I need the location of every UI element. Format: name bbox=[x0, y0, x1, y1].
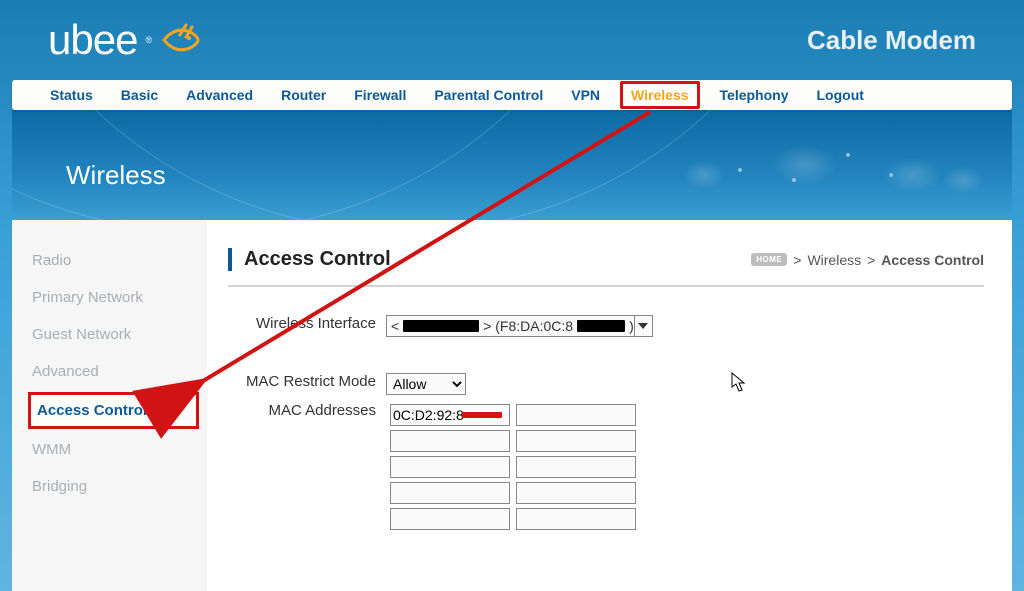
mac-address-input-r0c1[interactable] bbox=[516, 404, 636, 426]
mac-restrict-form: MAC Restrict Mode Allow MAC Addresses bbox=[228, 369, 646, 537]
registered-icon: ® bbox=[145, 35, 152, 45]
nav-basic[interactable]: Basic bbox=[107, 80, 172, 110]
breadcrumb: HOME > Wireless > Access Control bbox=[751, 252, 984, 268]
nav-parental-control[interactable]: Parental Control bbox=[420, 80, 557, 110]
brand-name: ubee bbox=[48, 16, 137, 64]
iface-prefix: < bbox=[391, 318, 399, 334]
sidebar: Radio Primary Network Guest Network Adva… bbox=[12, 220, 208, 591]
sidebar-item-radio[interactable]: Radio bbox=[12, 242, 207, 279]
device-name: Cable Modem bbox=[807, 25, 976, 56]
wireless-interface-label: Wireless Interface bbox=[230, 313, 380, 339]
mac-restrict-label: MAC Restrict Mode bbox=[230, 371, 380, 397]
nav-router[interactable]: Router bbox=[267, 80, 340, 110]
world-map-decoration bbox=[632, 120, 992, 220]
mac-restrict-select[interactable]: Allow bbox=[386, 373, 466, 395]
page-title: Access Control bbox=[228, 248, 391, 271]
wireless-interface-select[interactable]: < > (F8:DA:0C:8 ) bbox=[386, 315, 653, 337]
redacted-ssid bbox=[403, 320, 479, 332]
breadcrumb-sep: > bbox=[867, 252, 875, 268]
mac-address-input-r1c0[interactable] bbox=[390, 430, 510, 452]
redacted-mac-tail bbox=[577, 320, 625, 332]
nav-firewall[interactable]: Firewall bbox=[340, 80, 420, 110]
mac-address-input-r4c0[interactable] bbox=[390, 508, 510, 530]
banner: Wireless bbox=[12, 110, 1012, 220]
sidebar-item-access-control[interactable]: Access Control bbox=[28, 392, 199, 429]
main-panel: Access Control HOME > Wireless > Access … bbox=[208, 220, 1012, 591]
nav-vpn[interactable]: VPN bbox=[557, 80, 614, 110]
fish-icon bbox=[158, 19, 200, 61]
brand-logo: ubee ® bbox=[48, 16, 200, 64]
content: Radio Primary Network Guest Network Adva… bbox=[12, 220, 1012, 591]
banner-title: Wireless bbox=[66, 160, 166, 191]
page-heading: Access Control HOME > Wireless > Access … bbox=[228, 244, 984, 287]
breadcrumb-home-icon[interactable]: HOME bbox=[751, 253, 787, 266]
iface-mid: > (F8:DA:0C:8 bbox=[483, 318, 573, 334]
cursor-icon bbox=[731, 372, 747, 394]
sidebar-item-primary-network[interactable]: Primary Network bbox=[12, 279, 207, 316]
redacted-mac-fragment bbox=[462, 412, 502, 418]
header: ubee ® Cable Modem bbox=[0, 0, 1024, 80]
sidebar-item-wmm[interactable]: WMM bbox=[12, 431, 207, 468]
breadcrumb-part1: Wireless bbox=[807, 252, 861, 268]
mac-address-input-r3c1[interactable] bbox=[516, 482, 636, 504]
mac-address-input-r1c1[interactable] bbox=[516, 430, 636, 452]
mac-address-input-r3c0[interactable] bbox=[390, 482, 510, 504]
mac-address-grid bbox=[386, 401, 640, 533]
nav-logout[interactable]: Logout bbox=[802, 80, 877, 110]
sidebar-item-guest-network[interactable]: Guest Network bbox=[12, 316, 207, 353]
mac-address-input-r2c0[interactable] bbox=[390, 456, 510, 478]
sidebar-item-advanced[interactable]: Advanced bbox=[12, 353, 207, 390]
breadcrumb-part2: Access Control bbox=[881, 252, 984, 268]
nav-telephony[interactable]: Telephony bbox=[706, 80, 803, 110]
mac-addresses-label: MAC Addresses bbox=[230, 399, 380, 535]
nav-wireless[interactable]: Wireless bbox=[620, 81, 699, 109]
settings-form: Wireless Interface < > (F8:DA:0C:8 ) bbox=[228, 311, 659, 341]
top-nav: Status Basic Advanced Router Firewall Pa… bbox=[12, 80, 1012, 110]
chevron-down-icon bbox=[634, 316, 652, 336]
mac-address-input-r4c1[interactable] bbox=[516, 508, 636, 530]
mac-address-input-r2c1[interactable] bbox=[516, 456, 636, 478]
breadcrumb-sep: > bbox=[793, 252, 801, 268]
sidebar-item-bridging[interactable]: Bridging bbox=[12, 468, 207, 505]
nav-status[interactable]: Status bbox=[36, 80, 107, 110]
nav-advanced[interactable]: Advanced bbox=[172, 80, 267, 110]
